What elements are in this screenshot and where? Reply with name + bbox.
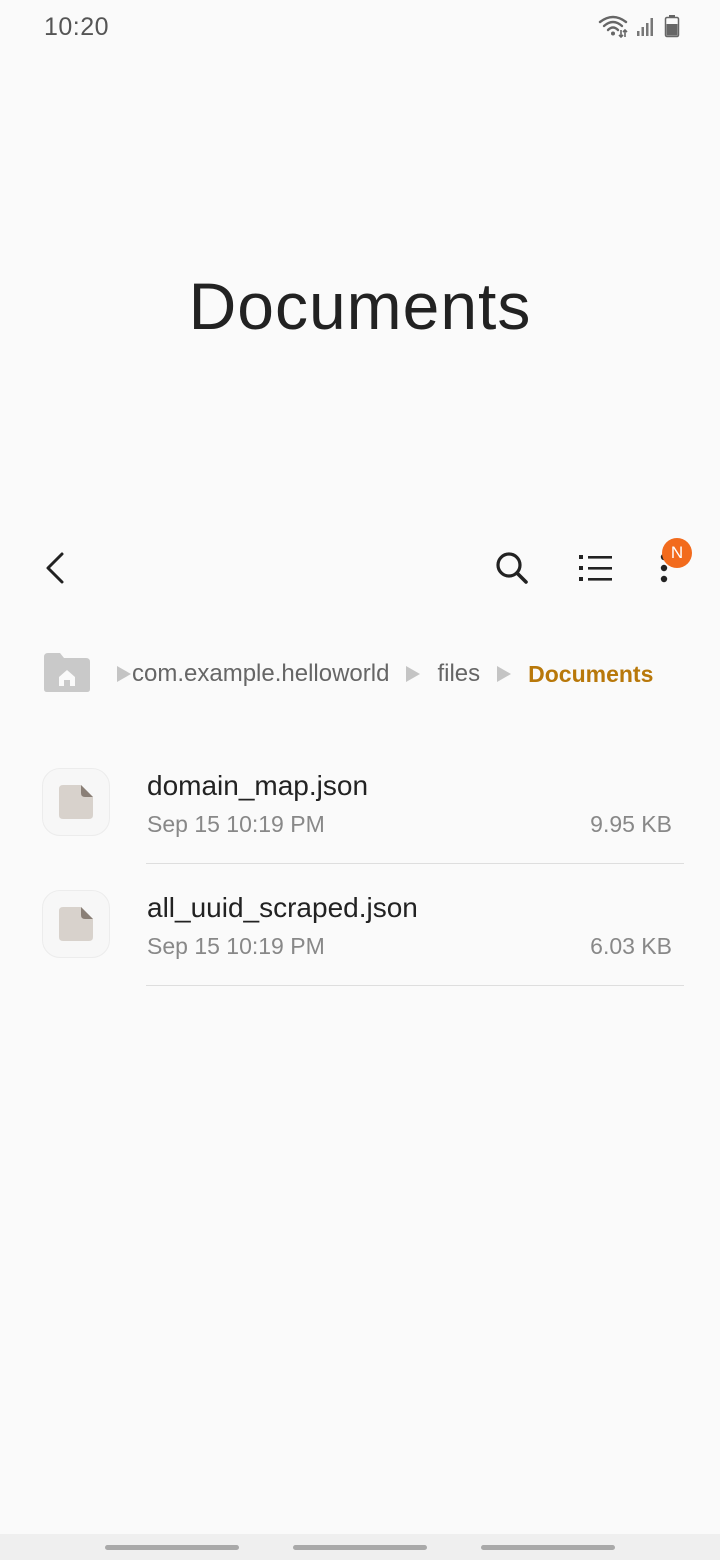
- file-row[interactable]: all_uuid_scraped.json Sep 15 10:19 PM 6.…: [0, 864, 720, 986]
- search-button[interactable]: [480, 538, 544, 602]
- breadcrumb-item-documents[interactable]: Documents: [528, 661, 653, 688]
- home-folder-icon: [42, 651, 92, 698]
- file-icon: [42, 890, 110, 958]
- breadcrumb-home[interactable]: [42, 651, 92, 698]
- list-view-icon: [578, 552, 614, 589]
- battery-icon: [664, 14, 680, 38]
- breadcrumb: com.example.helloworld files Documents: [42, 652, 653, 696]
- back-nav-button[interactable]: [481, 1545, 615, 1550]
- file-size: 6.03 KB: [590, 933, 672, 959]
- file-date: Sep 15 10:19 PM: [147, 811, 325, 837]
- breadcrumb-item-package[interactable]: com.example.helloworld: [132, 660, 389, 688]
- toolbar: [0, 538, 720, 602]
- screen: 10:20 Documents N com.example.helloworld…: [0, 0, 720, 1560]
- wifi-icon: [598, 14, 628, 38]
- signal-icon: [636, 15, 656, 37]
- chevron-right-icon: [496, 665, 512, 683]
- file-size: 9.95 KB: [590, 811, 672, 837]
- file-name: all_uuid_scraped.json: [147, 892, 418, 923]
- file-name: domain_map.json: [147, 770, 369, 801]
- status-bar: 10:20: [0, 0, 720, 56]
- recent-apps-button[interactable]: [105, 1545, 239, 1550]
- file-row[interactable]: domain_map.json Sep 15 10:19 PM 9.95 KB: [0, 742, 720, 864]
- file-list: domain_map.json Sep 15 10:19 PM 9.95 KB …: [0, 742, 720, 986]
- back-arrow-icon: [42, 551, 70, 590]
- breadcrumb-item-files[interactable]: files: [437, 660, 480, 688]
- home-button[interactable]: [293, 1545, 427, 1550]
- status-icons: [598, 14, 680, 38]
- status-time: 10:20: [44, 13, 110, 41]
- navigation-bar: [0, 1534, 720, 1560]
- file-date: Sep 15 10:19 PM: [147, 933, 325, 959]
- view-type-button[interactable]: [564, 538, 628, 602]
- notification-badge: N: [662, 538, 692, 568]
- divider: [146, 985, 684, 986]
- search-icon: [495, 551, 529, 590]
- file-icon: [42, 768, 110, 836]
- chevron-right-icon: [405, 665, 421, 683]
- back-button[interactable]: [24, 538, 88, 602]
- chevron-right-icon: [116, 665, 132, 683]
- page-title: Documents: [188, 269, 532, 343]
